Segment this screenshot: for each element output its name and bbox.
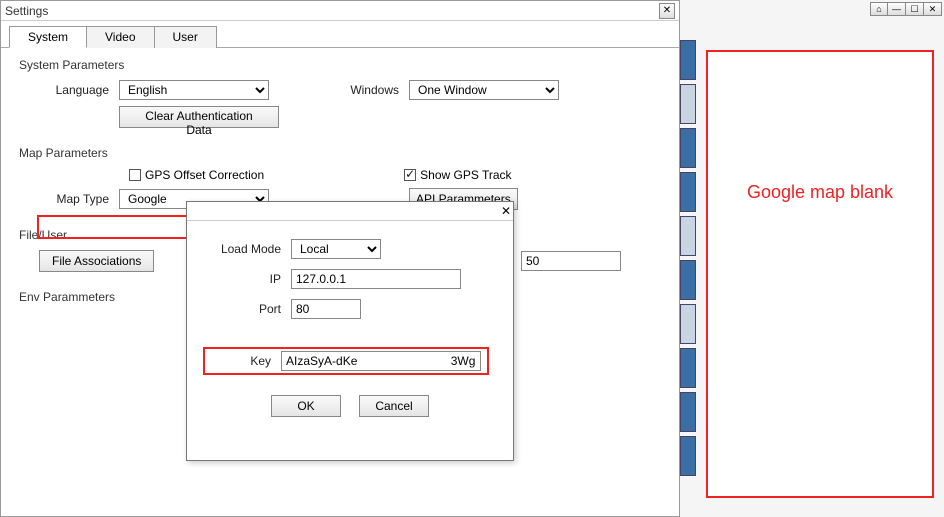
language-select[interactable]: English [119, 80, 269, 100]
aux-home-button[interactable]: ⌂ [870, 2, 888, 16]
gps-offset-label: GPS Offset Correction [145, 168, 264, 182]
language-label: Language [19, 83, 119, 97]
thumbnail[interactable] [680, 216, 696, 256]
group-system-params: System Parameters [19, 58, 661, 72]
ip-field[interactable] [291, 269, 461, 289]
tab-user[interactable]: User [155, 26, 217, 48]
close-icon[interactable]: ✕ [659, 3, 675, 19]
thumbnail[interactable] [680, 128, 696, 168]
tab-video[interactable]: Video [87, 26, 154, 48]
thumbnail[interactable] [680, 304, 696, 344]
checkbox-icon [129, 169, 141, 181]
map-type-label: Map Type [19, 192, 119, 206]
settings-window: Settings ✕ System Video User System Para… [0, 0, 680, 517]
load-mode-select[interactable]: Local [291, 239, 381, 259]
key-field[interactable] [281, 351, 481, 371]
gps-offset-checkbox[interactable]: GPS Offset Correction [129, 168, 264, 182]
thumbnail[interactable] [680, 348, 696, 388]
window-title: Settings [5, 4, 48, 18]
aux-min-button[interactable]: — [888, 2, 906, 16]
thumbnail[interactable] [680, 84, 696, 124]
thumbnail[interactable] [680, 392, 696, 432]
api-params-dialog: ✕ Load Mode Local IP Port Key OK Canc [186, 201, 514, 461]
port-label: Port [211, 302, 291, 316]
clear-auth-button[interactable]: Clear Authentication Data [119, 106, 279, 128]
thumbnail-strip [680, 40, 698, 500]
tab-system[interactable]: System [9, 26, 87, 48]
load-mode-label: Load Mode [211, 242, 291, 256]
show-track-label: Show GPS Track [420, 168, 511, 182]
thumbnail[interactable] [680, 172, 696, 212]
aux-max-button[interactable]: ☐ [906, 2, 924, 16]
file-associations-button[interactable]: File Associations [39, 250, 154, 272]
map-panel: Google map blank [706, 50, 934, 498]
checkbox-icon [404, 169, 416, 181]
port-field[interactable] [291, 299, 361, 319]
close-icon[interactable]: ✕ [501, 204, 511, 218]
aux-close-button[interactable]: ✕ [924, 2, 942, 16]
key-label: Key [209, 354, 281, 368]
windows-select[interactable]: One Window [409, 80, 559, 100]
ok-button[interactable]: OK [271, 395, 341, 417]
cancel-button[interactable]: Cancel [359, 395, 429, 417]
thumbnail[interactable] [680, 436, 696, 476]
group-map-params: Map Parameters [19, 146, 661, 160]
windows-label: Windows [269, 83, 409, 97]
thumbnail[interactable] [680, 260, 696, 300]
thumbnail[interactable] [680, 40, 696, 80]
show-track-checkbox[interactable]: Show GPS Track [404, 168, 511, 182]
hidden-numeric-field[interactable] [521, 251, 621, 271]
ip-label: IP [211, 272, 291, 286]
map-blank-annotation: Google map blank [708, 182, 932, 203]
